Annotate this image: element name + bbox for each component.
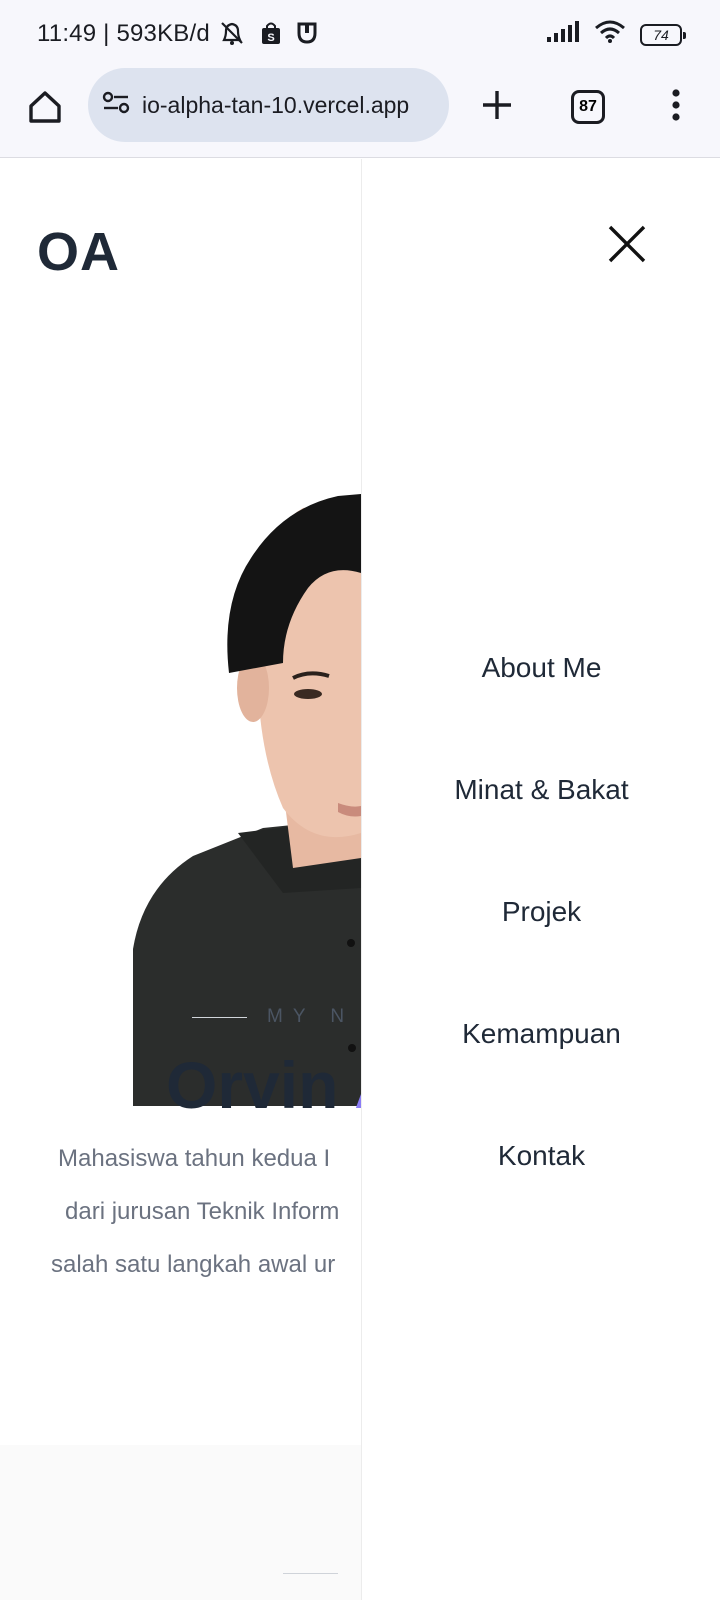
- more-vertical-icon: [671, 88, 681, 126]
- status-icons-left: S: [218, 20, 318, 51]
- browser-menu-button[interactable]: [651, 82, 701, 132]
- url-bar[interactable]: io-alpha-tan-10.vercel.app: [88, 68, 449, 142]
- svg-text:S: S: [267, 32, 274, 44]
- wifi-icon: [594, 20, 626, 49]
- close-icon: [607, 224, 647, 269]
- status-bar: 11:49 | 593KB/d S 74: [0, 0, 720, 66]
- home-icon: [27, 89, 63, 130]
- hero-label-rule: [192, 1016, 247, 1018]
- shopping-bag-icon: S: [260, 20, 282, 51]
- alarm-off-icon: [218, 20, 246, 51]
- status-icons-right: 74: [546, 20, 686, 49]
- nav-item-kemampuan[interactable]: Kemampuan: [362, 1013, 720, 1135]
- close-menu-button[interactable]: [602, 221, 652, 271]
- nav-item-kontak[interactable]: Kontak: [362, 1135, 720, 1257]
- hero-name-main: Orvin: [166, 1048, 355, 1122]
- url-text: io-alpha-tan-10.vercel.app: [142, 91, 410, 118]
- battery-icon: 74: [640, 23, 686, 46]
- nav-list: About Me Minat & Bakat Projek Kemampuan …: [362, 647, 720, 1257]
- nav-item-minat-bakat[interactable]: Minat & Bakat: [362, 769, 720, 891]
- app-notification-icon: [296, 20, 318, 51]
- section-label-rule: [283, 1573, 338, 1574]
- hero-label: MY N: [192, 1006, 354, 1028]
- hero-label-text: MY N: [267, 1006, 355, 1027]
- home-button[interactable]: [20, 84, 70, 134]
- nav-drawer: About Me Minat & Bakat Projek Kemampuan …: [361, 159, 720, 1600]
- plus-icon: [481, 89, 513, 126]
- tabs-button[interactable]: 87: [563, 82, 613, 132]
- tabs-icon: 87: [571, 90, 605, 124]
- signal-icon: [546, 21, 580, 48]
- profile-photo: [133, 388, 361, 1106]
- status-time: 11:49 | 593KB/d: [37, 20, 210, 47]
- browser-toolbar: io-alpha-tan-10.vercel.app 87: [0, 66, 720, 158]
- site-logo[interactable]: OA: [37, 221, 120, 283]
- site-settings-icon[interactable]: [102, 91, 130, 120]
- nav-item-projek[interactable]: Projek: [362, 891, 720, 1013]
- new-tab-button[interactable]: [472, 82, 522, 132]
- nav-item-about-me[interactable]: About Me: [362, 647, 720, 769]
